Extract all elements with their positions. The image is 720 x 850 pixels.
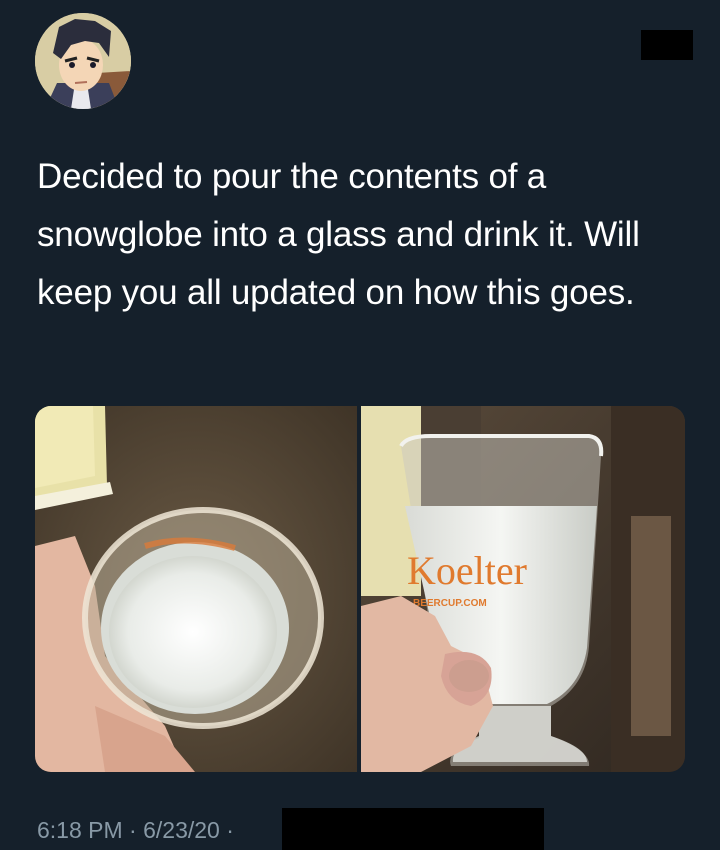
tweet-photo-right[interactable]: Koelter BEERCUP.COM — [361, 406, 685, 772]
meta-separator: · — [129, 817, 137, 843]
glass-side-view-image: Koelter BEERCUP.COM — [361, 406, 685, 772]
tweet-text: Decided to pour the contents of a snowgl… — [37, 157, 640, 312]
avatar-image — [35, 13, 131, 109]
glass-brand-text: Koelter — [407, 548, 527, 593]
tweet-date: 6/23/20 — [143, 817, 220, 843]
redacted-username — [641, 30, 693, 60]
tweet-photo-left[interactable] — [35, 406, 357, 772]
tweet-time: 6:18 PM — [37, 817, 123, 843]
meta-separator: · — [226, 817, 234, 843]
glass-url-text: BEERCUP.COM — [413, 598, 487, 609]
glass-top-view-image — [35, 406, 357, 772]
redacted-source — [282, 808, 544, 850]
tweet-timestamp[interactable]: 6:18 PM · 6/23/20 · — [37, 815, 234, 845]
avatar[interactable] — [35, 13, 131, 109]
